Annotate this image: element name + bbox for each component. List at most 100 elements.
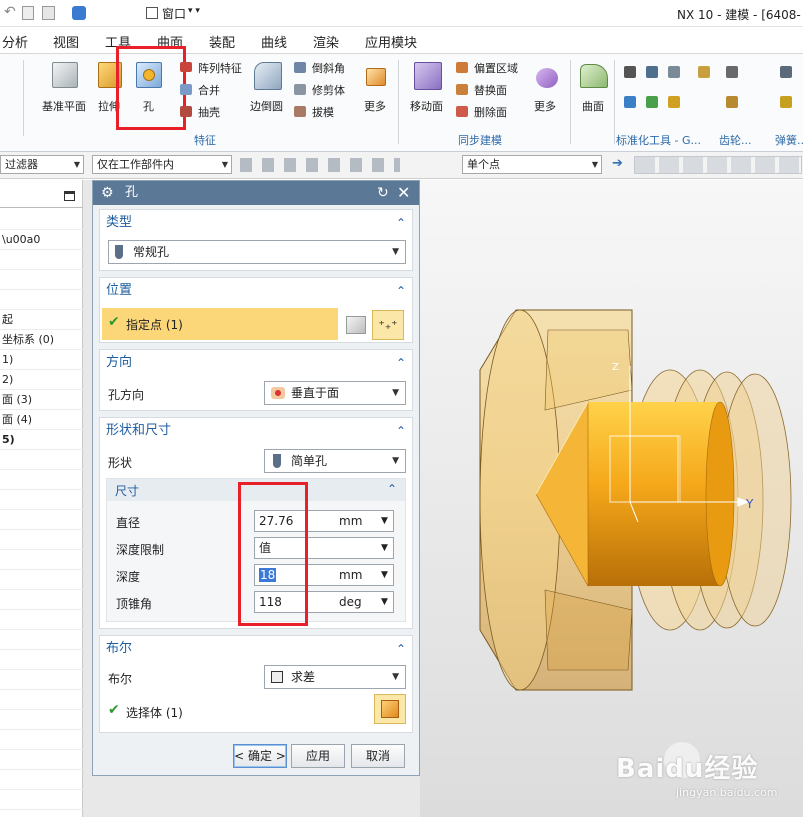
gear-tool-icon[interactable] xyxy=(698,66,710,78)
trim-body-button[interactable]: 修剪体 xyxy=(312,82,345,98)
window-menu[interactable]: 窗口 xyxy=(162,5,186,22)
boolean-section-header[interactable]: 布尔 ⌃ xyxy=(100,636,412,662)
ok-button[interactable]: < 确定 > xyxy=(233,744,287,768)
datum-plane-button[interactable]: 基准平面 xyxy=(38,58,92,130)
gear-tool-icon[interactable] xyxy=(726,96,738,108)
list-item[interactable] xyxy=(0,710,83,730)
chamfer-button[interactable]: 倒斜角 xyxy=(312,60,345,76)
spring-tool-icon[interactable] xyxy=(780,66,792,78)
edge-blend-button[interactable]: 边倒圆 xyxy=(246,58,290,130)
list-item[interactable] xyxy=(0,610,83,630)
delete-face-button[interactable]: 删除面 xyxy=(474,104,507,120)
list-item[interactable] xyxy=(0,250,83,270)
copy-icon[interactable] xyxy=(22,6,34,20)
menu-app-modules[interactable]: 应用模块 xyxy=(365,32,417,51)
list-item[interactable] xyxy=(0,530,83,550)
reset-icon[interactable]: ↻ xyxy=(377,181,389,205)
shape-dropdown[interactable]: 简单孔 ▼ xyxy=(264,449,406,473)
list-item[interactable] xyxy=(0,630,83,650)
std-tool-icon[interactable] xyxy=(668,96,680,108)
list-item[interactable]: 2) xyxy=(0,370,83,390)
apply-button[interactable]: 应用 xyxy=(291,744,345,768)
std-tool-icon[interactable] xyxy=(646,96,658,108)
dialog-title-bar[interactable]: ⚙ 孔 ↻ ✕ xyxy=(93,181,419,205)
list-item[interactable] xyxy=(0,590,83,610)
list-item[interactable]: 面 (4) xyxy=(0,410,83,430)
list-item[interactable]: 1) xyxy=(0,350,83,370)
position-section-header[interactable]: 位置 ⌃ xyxy=(100,278,412,304)
type-filter-dropdown[interactable]: 过滤器 ▼ xyxy=(0,155,84,174)
list-item[interactable] xyxy=(0,550,83,570)
menu-render[interactable]: 渲染 xyxy=(313,32,339,51)
move-face-button[interactable]: 移动面 xyxy=(406,58,450,130)
chevron-down-icon[interactable]: ▼ xyxy=(381,592,388,612)
std-tool-icon[interactable] xyxy=(624,96,636,108)
list-item[interactable] xyxy=(0,770,83,790)
list-item[interactable]: 面 (3) xyxy=(0,390,83,410)
list-item[interactable] xyxy=(0,750,83,770)
part-icon[interactable] xyxy=(72,6,86,20)
direction-section-header[interactable]: 方向 ⌃ xyxy=(100,350,412,376)
shell-button[interactable]: 抽壳 xyxy=(198,104,220,120)
gear-tool-icon[interactable] xyxy=(726,66,738,78)
specify-point-row[interactable]: ✔ 指定点 (1) xyxy=(102,308,338,340)
paste-icon[interactable] xyxy=(42,6,55,20)
list-item[interactable] xyxy=(0,490,83,510)
chevron-down-icon[interactable]: ▼ xyxy=(381,565,388,585)
menu-analysis[interactable]: 分析 xyxy=(2,32,28,51)
menu-assembly[interactable]: 装配 xyxy=(209,32,235,51)
panel-splitter[interactable] xyxy=(83,180,92,817)
list-item[interactable] xyxy=(0,210,83,230)
list-item[interactable] xyxy=(0,790,83,810)
snap-point-icons[interactable] xyxy=(634,156,802,174)
model-view[interactable]: Y Z xyxy=(420,180,803,817)
graphics-window[interactable]: Y Z Baidu经验 jingyan.baidu.com xyxy=(420,180,803,817)
list-item[interactable]: 起 xyxy=(0,310,83,330)
replace-face-button[interactable]: 替换面 xyxy=(474,82,507,98)
spring-tool-icon[interactable] xyxy=(780,96,792,108)
pattern-feature-button[interactable]: 阵列特征 xyxy=(198,60,242,76)
more-features-button[interactable]: 更多 xyxy=(360,58,394,130)
offset-region-button[interactable]: 偏置区域 xyxy=(474,60,518,76)
list-item[interactable] xyxy=(0,290,83,310)
list-item[interactable] xyxy=(0,450,83,470)
list-item[interactable] xyxy=(0,270,83,290)
menu-curve[interactable]: 曲线 xyxy=(261,32,287,51)
list-item[interactable] xyxy=(0,570,83,590)
chevron-down-icon[interactable]: ▼ xyxy=(381,511,388,531)
hole-direction-dropdown[interactable]: 垂直于面 ▼ xyxy=(264,381,406,405)
chevron-down-icon[interactable]: ▾ ▾ xyxy=(188,6,200,16)
list-item[interactable] xyxy=(0,650,83,670)
scope-filter-dropdown[interactable]: 仅在工作部件内 ▼ xyxy=(92,155,232,174)
window-icon[interactable] xyxy=(146,7,158,19)
std-tool-icon[interactable] xyxy=(668,66,680,78)
cancel-button[interactable]: 取消 xyxy=(351,744,405,768)
std-tool-icon[interactable] xyxy=(646,66,658,78)
shape-section-header[interactable]: 形状和尺寸 ⌃ xyxy=(100,418,412,444)
list-item[interactable] xyxy=(0,470,83,490)
list-item[interactable]: 5) xyxy=(0,430,83,450)
list-item[interactable]: \u00a0 xyxy=(0,230,83,250)
list-item[interactable]: 坐标系 (0) xyxy=(0,330,83,350)
list-item[interactable] xyxy=(0,670,83,690)
hole-type-dropdown[interactable]: 常规孔 ▼ xyxy=(108,240,406,264)
std-tool-icon[interactable] xyxy=(624,66,636,78)
maximize-icon[interactable] xyxy=(64,191,75,201)
snap-arrow-icon[interactable]: ➔ xyxy=(612,156,623,171)
type-section-header[interactable]: 类型 ⌃ xyxy=(100,210,412,236)
list-item[interactable] xyxy=(0,730,83,750)
more-sync-button[interactable]: 更多 xyxy=(530,58,564,130)
select-body-button[interactable] xyxy=(374,694,406,724)
list-item[interactable] xyxy=(0,510,83,530)
surface-button[interactable]: 曲面 xyxy=(576,58,612,130)
close-icon[interactable]: ✕ xyxy=(397,181,410,205)
draft-button[interactable]: 拔模 xyxy=(312,104,334,120)
menu-view[interactable]: 视图 xyxy=(53,32,79,51)
boolean-dropdown[interactable]: 求差 ▼ xyxy=(264,665,406,689)
snap-point-dropdown[interactable]: 单个点 ▼ xyxy=(462,155,602,174)
combine-button[interactable]: 合并 xyxy=(198,82,220,98)
list-item[interactable] xyxy=(0,690,83,710)
sketch-section-icon[interactable] xyxy=(346,316,366,334)
selection-tools-icons[interactable] xyxy=(240,158,400,172)
point-dialog-icon[interactable]: ⁺₊⁺ xyxy=(372,310,404,340)
